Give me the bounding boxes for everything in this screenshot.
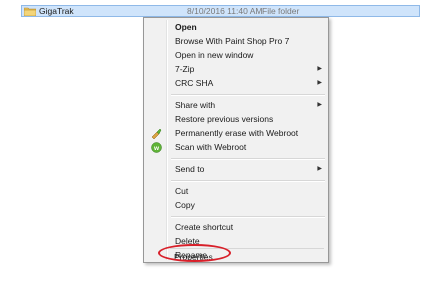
menu-item-send-to[interactable]: Send to ▶ — [146, 163, 326, 176]
menu-item-copy[interactable]: Copy — [146, 199, 326, 212]
menu-item-label: Share with — [175, 100, 216, 110]
menu-item-label: Restore previous versions — [175, 114, 274, 124]
menu-item-crc-sha[interactable]: CRC SHA ▶ — [146, 77, 326, 90]
highlight-circle — [158, 244, 231, 262]
menu-item-open-new-window[interactable]: Open in new window — [146, 49, 326, 62]
file-name: GigaTrak — [39, 6, 74, 16]
menu-item-label: CRC SHA — [175, 78, 214, 88]
menu-item-erase-webroot[interactable]: Permanently erase with Webroot — [146, 127, 326, 140]
folder-icon — [23, 7, 37, 17]
submenu-arrow-icon: ▶ — [317, 80, 322, 86]
menu-item-label: 7-Zip — [175, 64, 195, 74]
menu-item-7zip[interactable]: 7-Zip ▶ — [146, 63, 326, 76]
menu-separator — [171, 216, 325, 218]
menu-item-share-with[interactable]: Share with ▶ — [146, 99, 326, 112]
explorer-window: GigaTrak 8/10/2016 11:40 AM File folder … — [0, 0, 439, 307]
file-date-modified: 8/10/2016 11:40 AM — [187, 6, 263, 16]
menu-item-label: Open in new window — [175, 50, 254, 60]
menu-item-label: Browse With Paint Shop Pro 7 — [175, 36, 290, 46]
file-row-gigatrak[interactable]: GigaTrak 8/10/2016 11:40 AM File folder — [21, 5, 420, 17]
submenu-arrow-icon: ▶ — [317, 102, 322, 108]
menu-item-cut[interactable]: Cut — [146, 185, 326, 198]
menu-item-label: Create shortcut — [175, 222, 234, 232]
menu-item-scan-webroot[interactable]: w Scan with Webroot — [146, 141, 326, 154]
context-menu: Open Browse With Paint Shop Pro 7 Open i… — [143, 17, 329, 263]
menu-separator — [171, 94, 325, 96]
svg-text:w: w — [153, 145, 160, 152]
file-type: File folder — [262, 6, 300, 16]
menu-item-label: Copy — [175, 200, 195, 210]
webroot-scan-icon: w — [151, 142, 162, 153]
menu-item-label: Open — [175, 22, 197, 32]
menu-item-open[interactable]: Open — [146, 21, 326, 34]
menu-item-browse-psp[interactable]: Browse With Paint Shop Pro 7 — [146, 35, 326, 48]
menu-item-label: Permanently erase with Webroot — [175, 128, 299, 138]
menu-item-restore-versions[interactable]: Restore previous versions — [146, 113, 326, 126]
menu-item-label: Cut — [175, 186, 189, 196]
menu-item-label: Scan with Webroot — [175, 142, 247, 152]
submenu-arrow-icon: ▶ — [317, 166, 322, 172]
submenu-arrow-icon: ▶ — [317, 66, 322, 72]
menu-separator — [171, 158, 325, 160]
menu-item-label: Send to — [175, 164, 205, 174]
menu-item-create-shortcut[interactable]: Create shortcut — [146, 221, 326, 234]
webroot-erase-icon — [151, 128, 162, 140]
menu-separator — [171, 180, 325, 182]
